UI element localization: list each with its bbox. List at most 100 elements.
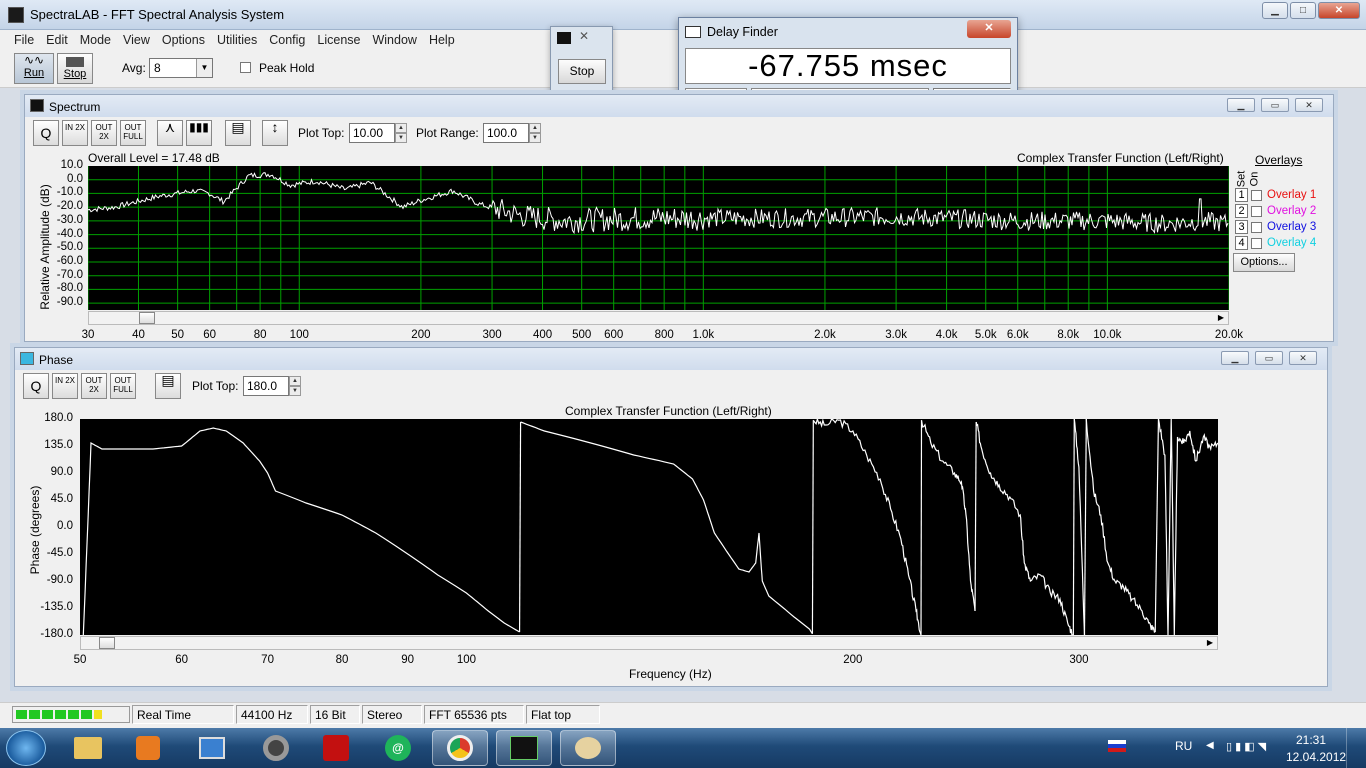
peak-trace-icon[interactable]: ⋏: [157, 120, 183, 146]
close-button[interactable]: ✕: [1289, 351, 1317, 365]
menu-window[interactable]: Window: [366, 30, 422, 50]
vertical-range-icon[interactable]: ↕: [262, 120, 288, 146]
spectrum-plot-range-value[interactable]: 100.0: [483, 123, 529, 143]
chevron-down-icon[interactable]: ▼: [196, 59, 212, 77]
overlay-set-button[interactable]: 2: [1235, 204, 1248, 218]
paint-taskbar-icon[interactable]: [560, 730, 616, 766]
restore-button[interactable]: ▭: [1261, 98, 1289, 112]
overlay-row-3: 3 Overlay 3: [1235, 219, 1316, 235]
phase-plot-top-spinner[interactable]: 180.0 ▲ ▼: [243, 376, 301, 396]
waveform-icon: [557, 32, 571, 44]
zoom-out-full-icon[interactable]: OUT FULL: [110, 373, 136, 399]
restore-button[interactable]: ▭: [1255, 351, 1283, 365]
phase-y-tick: 0.0: [57, 520, 73, 532]
media-player-taskbar-icon[interactable]: [120, 730, 176, 766]
menu-utilities[interactable]: Utilities: [211, 30, 263, 50]
zoom-in-2x-icon[interactable]: IN 2X: [62, 120, 88, 146]
phase-x-tick: 50: [73, 654, 87, 666]
phase-plot[interactable]: [80, 419, 1218, 635]
spectrum-x-tick: 3.0k: [885, 329, 907, 341]
spectrum-plot-top-value[interactable]: 10.00: [349, 123, 395, 143]
overlay-set-button[interactable]: 3: [1235, 220, 1248, 234]
table-view-icon[interactable]: ▤: [225, 120, 251, 146]
chevron-right-icon[interactable]: ▶: [1203, 637, 1217, 649]
menu-file[interactable]: File: [8, 30, 40, 50]
tray-expand-icon[interactable]: ◀: [1206, 740, 1214, 751]
spectrum-plot-top-spinner[interactable]: 10.00 ▲ ▼: [349, 123, 407, 143]
menu-config[interactable]: Config: [263, 30, 311, 50]
phase-plot-top-value[interactable]: 180.0: [243, 376, 289, 396]
phase-x-tick: 300: [1069, 654, 1089, 666]
menu-license[interactable]: License: [311, 30, 366, 50]
zoom-out-full-icon[interactable]: OUT FULL: [120, 120, 146, 146]
zoom-in-2x-icon[interactable]: IN 2X: [52, 373, 78, 399]
overlay-options-button[interactable]: Options...: [1233, 253, 1295, 272]
spectrum-window-controls: ▁ ▭ ✕: [1227, 98, 1323, 112]
menu-help[interactable]: Help: [423, 30, 461, 50]
monitor-taskbar-icon[interactable]: [184, 730, 240, 766]
clock-date[interactable]: 12.04.2012: [1286, 750, 1346, 764]
delay-finder-title: Delay Finder: [707, 25, 778, 39]
stop-button[interactable]: Stop: [57, 53, 93, 84]
overlay-checkbox[interactable]: [1251, 189, 1262, 201]
overlay-checkbox[interactable]: [1251, 205, 1262, 217]
close-button[interactable]: ✕: [1295, 98, 1323, 112]
menu-view[interactable]: View: [117, 30, 156, 50]
acrobat-taskbar-icon[interactable]: [308, 730, 364, 766]
avg-select[interactable]: 8 ▼: [149, 58, 213, 78]
menu-mode[interactable]: Mode: [74, 30, 117, 50]
spin-arrows[interactable]: ▲ ▼: [289, 376, 301, 396]
close-button[interactable]: ✕: [1318, 2, 1360, 19]
spectrum-x-tick: 500: [572, 329, 592, 341]
zoom-out-2x-icon[interactable]: OUT 2X: [81, 373, 107, 399]
spectrum-plot-range-spinner[interactable]: 100.0 ▲ ▼: [483, 123, 541, 143]
overlay-checkbox[interactable]: [1251, 237, 1262, 249]
overlay-checkbox[interactable]: [1251, 221, 1262, 233]
zoom-icon[interactable]: Q: [33, 120, 59, 146]
close-icon[interactable]: ✕: [579, 29, 589, 43]
explorer-taskbar-icon[interactable]: [60, 730, 116, 766]
start-button[interactable]: [6, 730, 46, 766]
maximize-button[interactable]: □: [1290, 2, 1316, 19]
phase-title-bar: Phase ▁ ▭ ✕: [15, 348, 1327, 370]
minimize-button[interactable]: ▁: [1227, 98, 1255, 112]
menu-edit[interactable]: Edit: [40, 30, 74, 50]
phase-trace-segment: [812, 419, 922, 635]
minimize-button[interactable]: ▁: [1221, 351, 1249, 365]
overlay-set-button[interactable]: 4: [1235, 236, 1248, 250]
show-desktop-button[interactable]: [1346, 728, 1366, 768]
zoom-icon[interactable]: Q: [23, 373, 49, 399]
spectralab-taskbar-icon[interactable]: [496, 730, 552, 766]
spectrum-scroll-thumb[interactable]: [139, 312, 155, 324]
clock-time[interactable]: 21:31: [1296, 733, 1326, 747]
popup-stop-button[interactable]: Stop: [558, 59, 606, 84]
menu-options[interactable]: Options: [156, 30, 211, 50]
phase-scroll-thumb[interactable]: [99, 637, 115, 649]
spectrum-plot[interactable]: [88, 166, 1229, 310]
spectrum-y-tick: 0.0: [67, 172, 83, 185]
phase-icon: [20, 352, 34, 365]
chevron-right-icon[interactable]: ▶: [1214, 312, 1228, 324]
tray-icons[interactable]: ▯ ▮ ◧ ◥: [1226, 740, 1286, 754]
overlay-set-button[interactable]: 1: [1235, 188, 1248, 202]
status-sample-rate: 44100 Hz: [236, 705, 308, 724]
language-indicator[interactable]: RU: [1175, 739, 1192, 753]
spin-arrows[interactable]: ▲ ▼: [529, 123, 541, 143]
peak-hold-checkbox[interactable]: [240, 62, 251, 73]
close-button[interactable]: ✕: [967, 20, 1011, 38]
spin-arrows[interactable]: ▲ ▼: [395, 123, 407, 143]
phase-trace-segment: [975, 421, 1074, 635]
zoom-out-2x-icon[interactable]: OUT 2X: [91, 120, 117, 146]
phase-scrollbar[interactable]: ▶: [80, 636, 1218, 650]
minimize-button[interactable]: ▁: [1262, 2, 1288, 19]
chrome-taskbar-icon[interactable]: [432, 730, 488, 766]
spectrum-scrollbar[interactable]: ▶: [88, 311, 1229, 325]
level-meter: [12, 706, 130, 723]
phase-trace-segment: [920, 420, 976, 612]
run-button[interactable]: ∿∿ Run: [14, 53, 54, 84]
bars-icon[interactable]: ▮▮▮: [186, 120, 212, 146]
table-view-icon[interactable]: ▤: [155, 373, 181, 399]
disc-taskbar-icon[interactable]: [248, 730, 304, 766]
mail-agent-taskbar-icon[interactable]: @: [370, 730, 426, 766]
stop-square-icon: [66, 57, 84, 67]
